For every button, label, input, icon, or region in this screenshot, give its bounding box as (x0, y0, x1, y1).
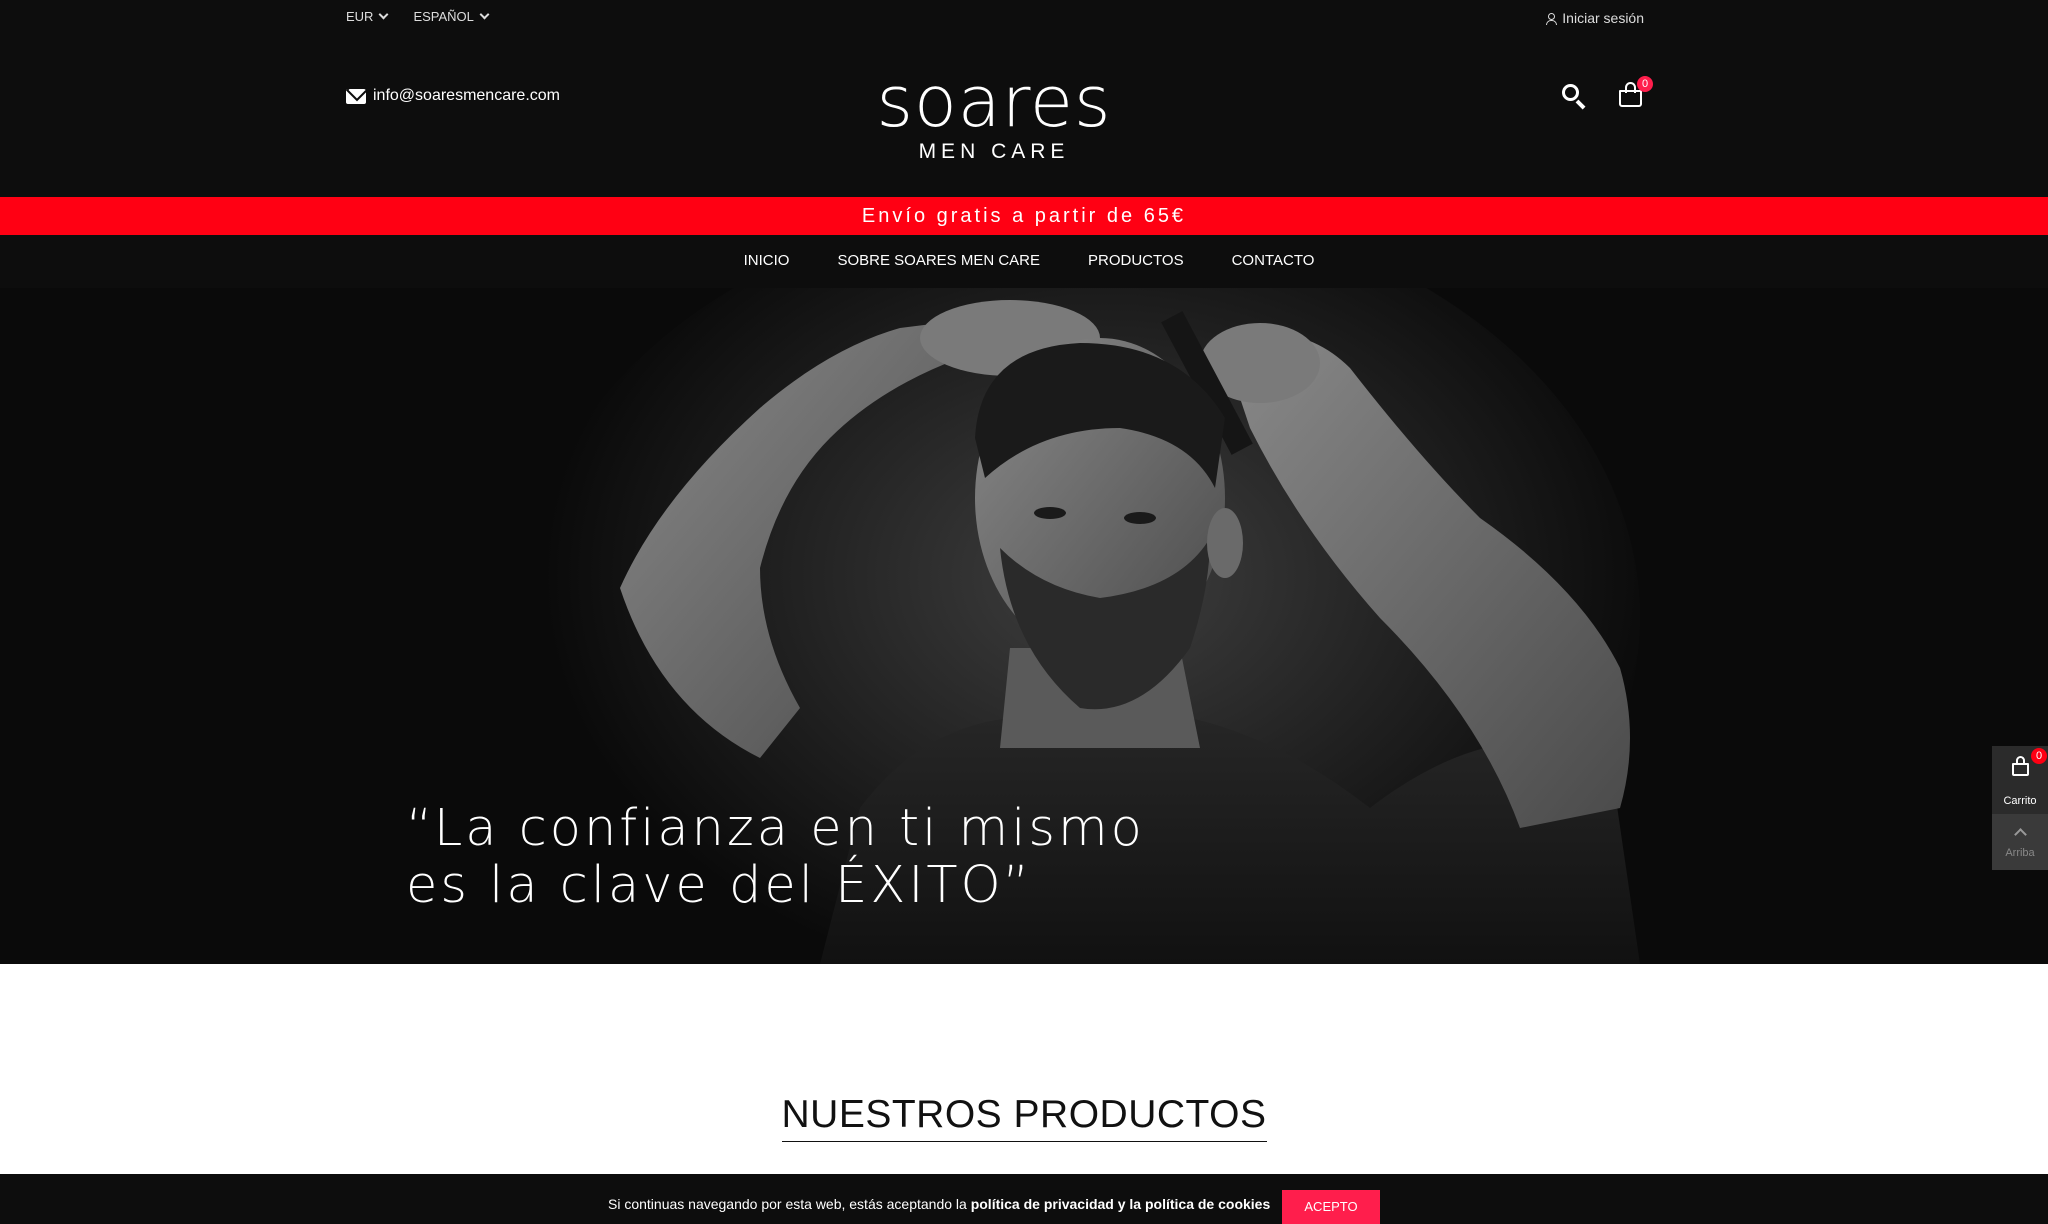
logo-subtitle: MEN CARE (918, 140, 1070, 163)
login-link[interactable]: Iniciar sesión (1545, 10, 1644, 26)
top-bar: EUR ESPAÑOL (346, 9, 490, 24)
site-logo[interactable]: soares MEN CARE (854, 66, 1134, 164)
floating-cart-label: Carrito (2003, 795, 2037, 807)
cookie-text: Si continuas navegando por esta web, est… (608, 1196, 1270, 1212)
cart-count-badge: 0 (1637, 76, 1653, 92)
email-address: info@soaresmencare.com (373, 87, 560, 104)
floating-cart-button[interactable]: 0 Carrito (1992, 746, 2048, 814)
chevron-down-icon (379, 9, 389, 20)
back-to-top-button[interactable]: Arriba (1992, 814, 2048, 870)
chevron-up-icon (2014, 828, 2027, 841)
floating-side-widget: 0 Carrito Arriba (1992, 746, 2048, 870)
site-header: EUR ESPAÑOL Iniciar sesión info@soaresme… (0, 0, 2048, 197)
cart-button[interactable]: 0 (1618, 76, 1653, 108)
accept-cookies-button[interactable]: ACEPTO (1282, 1190, 1380, 1224)
cookie-policy-link[interactable]: política de privacidad y la política de … (971, 1196, 1271, 1212)
hero-quote-line2: es la clave del ÉXITO” (406, 856, 1033, 915)
shopping-bag-icon (2012, 763, 2029, 776)
nav-item-sobre[interactable]: SOBRE SOARES MEN CARE (837, 235, 1040, 288)
currency-selector[interactable]: EUR (346, 9, 389, 24)
language-selector[interactable]: ESPAÑOL (413, 9, 490, 24)
page: EUR ESPAÑOL Iniciar sesión info@soaresme… (0, 0, 2048, 1224)
search-button[interactable] (1560, 82, 1588, 110)
search-icon-handle (1575, 99, 1586, 110)
hero-quote: “La confianza en ti mismo es la clave de… (406, 800, 1145, 914)
currency-label: EUR (346, 9, 374, 24)
hero-quote-line1: “La confianza en ti mismo (406, 799, 1145, 858)
mail-icon (346, 88, 366, 104)
hero-banner: “La confianza en ti mismo es la clave de… (0, 288, 2048, 964)
main-nav: INICIO SOBRE SOARES MEN CARE PRODUCTOS C… (0, 235, 2048, 288)
login-label: Iniciar sesión (1562, 10, 1644, 26)
nav-item-inicio[interactable]: INICIO (744, 235, 790, 288)
products-section-heading: NUESTROS PRODUCTOS (0, 1093, 2048, 1142)
chevron-down-icon (479, 9, 490, 20)
shopping-bag-icon (1619, 90, 1642, 107)
email-link[interactable]: info@soaresmencare.com (346, 87, 560, 105)
products-title: NUESTROS PRODUCTOS (781, 1093, 1267, 1142)
language-label: ESPAÑOL (413, 9, 474, 24)
user-icon (1545, 12, 1558, 25)
nav-item-productos[interactable]: PRODUCTOS (1088, 235, 1184, 288)
back-to-top-label: Arriba (2005, 847, 2035, 859)
logo-wordmark: soares (876, 61, 1112, 143)
cookie-text-prefix: Si continuas navegando por esta web, est… (608, 1196, 971, 1212)
nav-item-contacto[interactable]: CONTACTO (1232, 235, 1315, 288)
free-shipping-banner: Envío gratis a partir de 65€ (0, 197, 2048, 235)
search-icon (1562, 84, 1579, 101)
cookie-banner: Si continuas navegando por esta web, est… (0, 1174, 2048, 1224)
floating-cart-count: 0 (2031, 748, 2047, 764)
